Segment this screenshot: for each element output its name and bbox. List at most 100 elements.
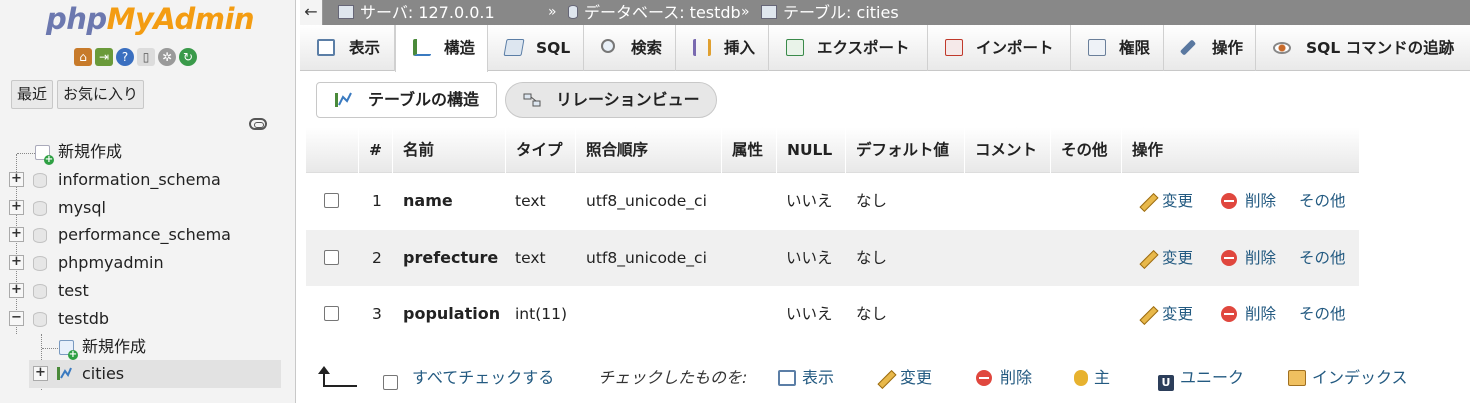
docs-icon[interactable]: ▯ — [137, 48, 155, 66]
tree-db-performance-schema[interactable]: + performance_schema — [0, 221, 296, 249]
breadcrumb-table[interactable]: テーブル: cities — [761, 0, 899, 25]
breadcrumb-database[interactable]: データベース: testdb — [568, 0, 741, 25]
tab-search[interactable]: 検索 — [584, 25, 676, 71]
expand-icon[interactable]: + — [9, 255, 24, 271]
database-icon — [33, 256, 47, 272]
import-icon — [945, 39, 963, 56]
help-icon[interactable]: ? — [116, 48, 134, 66]
tree-new-database[interactable]: 新規作成 — [0, 138, 296, 166]
drop-icon — [1221, 193, 1237, 209]
bulk-primary-button[interactable]: 主 — [1074, 366, 1110, 390]
database-icon — [33, 200, 47, 216]
header-default: デフォルト値 — [845, 127, 964, 173]
header-action: 操作 — [1121, 127, 1359, 173]
bulk-index-button[interactable]: インデックス — [1288, 366, 1408, 390]
expand-icon[interactable]: + — [9, 171, 24, 187]
recent-tab[interactable]: 最近 — [11, 80, 54, 109]
home-icon[interactable]: ⌂ — [74, 48, 92, 66]
tree-db-testdb[interactable]: − testdb — [0, 305, 296, 333]
breadcrumb-server[interactable]: サーバ: 127.0.0.1 — [338, 0, 495, 25]
tab-import[interactable]: インポート — [928, 25, 1071, 71]
header-extra: その他 — [1050, 127, 1121, 173]
check-all-checkbox[interactable] — [383, 375, 398, 390]
expand-icon[interactable]: + — [9, 227, 24, 243]
drop-button[interactable]: 削除 — [1221, 230, 1276, 286]
header-comment: コメント — [964, 127, 1050, 173]
bulk-drop-button[interactable]: 削除 — [976, 366, 1032, 390]
change-button[interactable]: 変更 — [1138, 286, 1193, 342]
tree-db-test[interactable]: + test — [0, 277, 296, 305]
row-checkbox[interactable] — [324, 306, 339, 321]
tab-operations[interactable]: 操作 — [1164, 25, 1256, 71]
server-icon — [338, 5, 354, 19]
privileges-icon — [1088, 39, 1106, 56]
table-header: # 名前 タイプ 照合順序 属性 NULL デフォルト値 コメント その他 操作 — [306, 127, 1359, 173]
tree-table-cities[interactable]: + cities — [29, 360, 281, 389]
drop-icon — [976, 370, 992, 386]
tree-db-mysql[interactable]: + mysql — [0, 194, 296, 222]
bulk-change-button[interactable]: 変更 — [876, 366, 932, 390]
export-icon — [786, 39, 804, 56]
more-button[interactable]: その他 — [1299, 286, 1346, 342]
database-icon — [33, 172, 47, 188]
change-button[interactable]: 変更 — [1138, 173, 1193, 229]
structure-table: # 名前 タイプ 照合順序 属性 NULL デフォルト値 コメント その他 操作… — [306, 127, 1359, 343]
more-button[interactable]: その他 — [1299, 230, 1346, 286]
header-attributes: 属性 — [721, 127, 776, 173]
settings-icon[interactable]: ✲ — [158, 48, 176, 66]
more-button[interactable]: その他 — [1299, 173, 1346, 229]
check-all-label[interactable]: すべてチェックする — [412, 366, 554, 390]
sql-icon — [503, 39, 525, 56]
header-number: # — [358, 127, 392, 173]
database-icon — [33, 228, 47, 244]
expand-icon[interactable]: + — [9, 199, 24, 215]
table-structure-icon — [57, 367, 72, 381]
tab-structure[interactable]: 構造 — [395, 25, 488, 72]
database-tree: 新規作成 + information_schema + mysql + perf… — [0, 138, 296, 390]
change-button[interactable]: 変更 — [1138, 230, 1193, 286]
row-checkbox[interactable] — [324, 249, 339, 265]
expand-icon[interactable]: + — [33, 366, 48, 382]
tree-new-table[interactable]: 新規作成 — [0, 333, 296, 361]
bulk-unique-button[interactable]: U ユニーク — [1158, 366, 1244, 391]
tab-export[interactable]: エクスポート — [769, 25, 928, 71]
pencil-icon — [1138, 251, 1156, 265]
column-name: population — [403, 304, 501, 323]
breadcrumb-separator: » — [548, 4, 557, 20]
exit-icon[interactable]: ⇥ — [95, 48, 113, 66]
search-icon — [601, 39, 615, 53]
tree-db-phpmyadmin[interactable]: + phpmyadmin — [0, 249, 296, 277]
tree-db-information-schema[interactable]: + information_schema — [0, 166, 296, 194]
favorites-tab[interactable]: お気に入り — [57, 80, 145, 109]
collapse-icon[interactable]: − — [9, 310, 24, 326]
column-name: name — [403, 191, 453, 210]
new-database-icon — [35, 145, 54, 165]
link-icon[interactable] — [249, 118, 267, 130]
header-collation: 照合順序 — [575, 127, 721, 173]
expand-icon[interactable]: + — [9, 282, 24, 298]
drop-button[interactable]: 削除 — [1221, 286, 1276, 342]
tab-tracking[interactable]: SQL コマンドの追跡 — [1256, 25, 1470, 71]
eye-icon — [1273, 42, 1291, 54]
tab-browse[interactable]: 表示 — [300, 25, 395, 71]
header-type: タイプ — [505, 127, 575, 173]
tab-insert[interactable]: 挿入 — [676, 25, 769, 71]
table-row: 1 name text utf8_unicode_ci いいえ なし 変更 削除… — [306, 173, 1359, 230]
header-checkbox-col — [306, 127, 358, 173]
subtab-relation-view[interactable]: リレーションビュー — [505, 82, 717, 118]
reload-icon[interactable]: ↻ — [179, 48, 197, 66]
relation-icon — [523, 93, 541, 107]
pencil-icon — [1138, 194, 1156, 208]
phpmyadmin-logo[interactable]: phpMyAdmin — [46, 2, 255, 36]
row-checkbox[interactable] — [324, 193, 339, 208]
subtab-table-structure[interactable]: テーブルの構造 — [316, 82, 497, 118]
header-name[interactable]: 名前 — [392, 127, 505, 173]
bulk-browse-button[interactable]: 表示 — [778, 366, 834, 390]
back-arrow-icon[interactable]: ← — [300, 0, 323, 25]
table-structure-icon — [335, 92, 352, 107]
drop-button[interactable]: 削除 — [1221, 173, 1276, 229]
tab-privileges[interactable]: 権限 — [1071, 25, 1164, 71]
with-selected-label: チェックしたものを: — [598, 368, 748, 387]
tab-sql[interactable]: SQL — [488, 25, 584, 71]
database-icon — [33, 283, 47, 299]
